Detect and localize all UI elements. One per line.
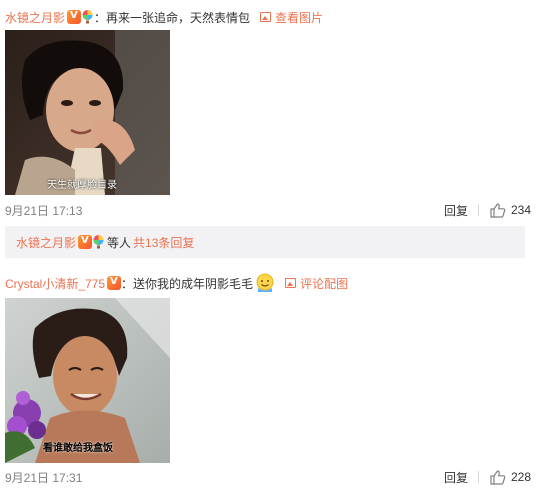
divider <box>477 471 479 483</box>
comment-meta: 9月21日 17:31 回复 228 <box>5 468 531 486</box>
comment-actions: 回复 234 <box>444 202 531 219</box>
balloon-badge-icon <box>93 235 104 249</box>
comment-picture-label: 评论配图 <box>300 276 349 291</box>
comment-image[interactable]: 看谁敢给我盒饭 <box>5 298 170 463</box>
subreply-etc: 等人 <box>107 235 132 250</box>
comment-image[interactable]: 天生就厚脸目录 <box>5 30 170 195</box>
picture-icon <box>285 278 297 288</box>
reply-button[interactable]: 回复 <box>444 202 478 219</box>
comment-time: 9月21日 17:31 <box>5 470 83 485</box>
vip-badge-icon <box>67 10 82 24</box>
comment-username[interactable]: Crystal小清新_775 <box>5 275 105 292</box>
comment-actions: 回复 228 <box>444 469 531 486</box>
reply-button[interactable]: 回复 <box>444 469 478 486</box>
view-image-label: 查看图片 <box>275 10 324 25</box>
comment-text: ：再来一张追命，天然表情包 <box>94 10 251 25</box>
subreply-username[interactable]: 水镜之月影 <box>16 234 76 251</box>
comment-meta: 9月21日 17:13 回复 234 <box>5 201 531 219</box>
thumbs-up-icon <box>490 469 506 485</box>
picture-icon <box>260 12 272 22</box>
comment-text: ：送你我的成年阴影毛毛 <box>121 276 254 291</box>
total-replies-link[interactable]: 共13条回复 <box>133 234 194 251</box>
comment-line: 水镜之月影 ：再来一张追命，天然表情包 查看图片 <box>5 8 323 26</box>
comment-username[interactable]: 水镜之月影 <box>5 9 65 26</box>
comment-picture-link[interactable]: 评论配图 <box>285 275 348 292</box>
vip-badge-icon <box>107 276 122 290</box>
vip-badge-icon <box>78 235 93 249</box>
divider <box>477 204 479 216</box>
like-count: 234 <box>510 203 531 217</box>
like-button[interactable]: 234 <box>490 202 531 218</box>
comment-time: 9月21日 17:13 <box>5 203 83 218</box>
smile-emoji-icon <box>255 273 275 293</box>
view-image-link[interactable]: 查看图片 <box>260 9 323 26</box>
comment-line: Crystal小清新_775 ：送你我的成年阴影毛毛 评论配图 <box>5 273 348 293</box>
like-count: 228 <box>510 470 531 484</box>
comment-item: Crystal小清新_775 ：送你我的成年阴影毛毛 评论配图 <box>0 266 536 495</box>
picture-link-inner <box>285 278 300 288</box>
like-button[interactable]: 228 <box>490 469 531 485</box>
more-replies-bar[interactable]: 水镜之月影 等人 共13条回复 <box>5 226 525 258</box>
image-caption: 天生就厚脸目录 <box>47 180 117 191</box>
thumbs-up-icon <box>490 202 506 218</box>
image-caption: 看谁敢给我盒饭 <box>43 443 113 454</box>
balloon-badge-icon <box>82 10 93 24</box>
comment-item: 水镜之月影 ：再来一张追命，天然表情包 查看图片 <box>0 0 536 226</box>
